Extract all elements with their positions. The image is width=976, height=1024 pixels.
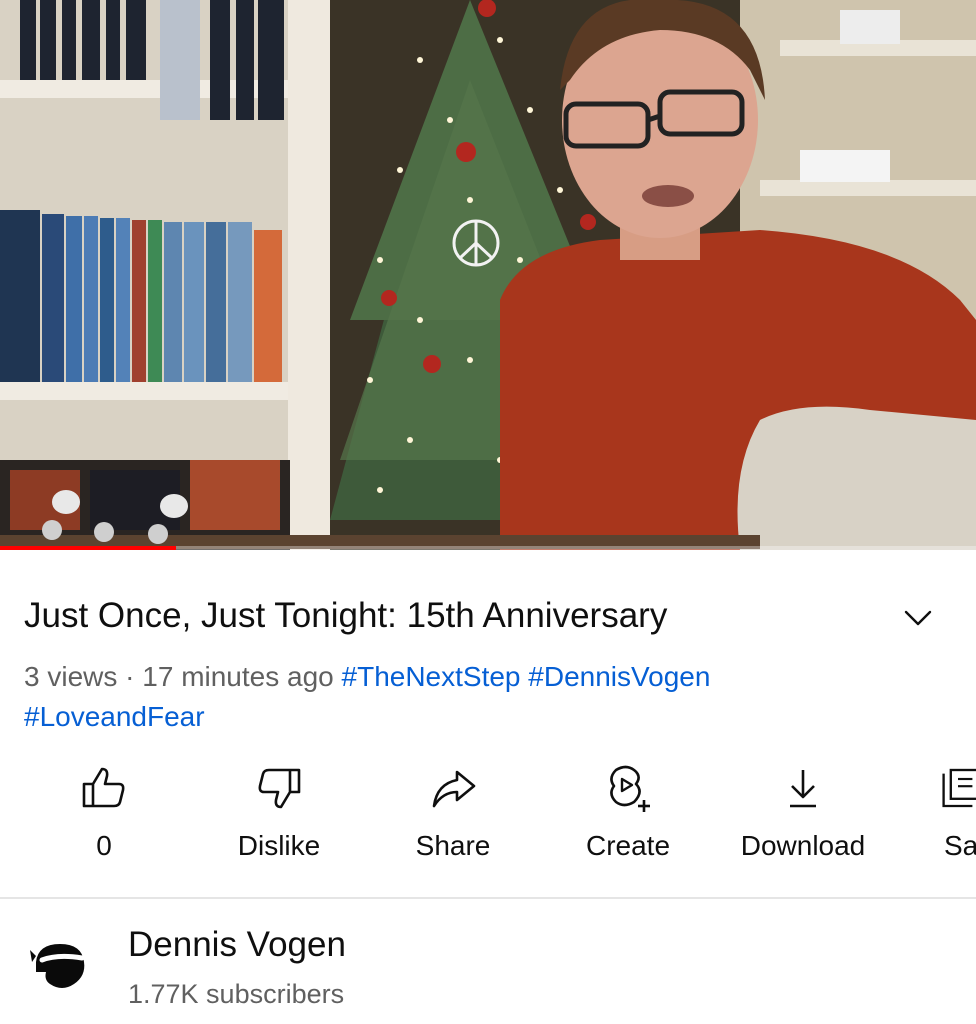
download-label: Download xyxy=(740,830,866,861)
share-arrow-icon xyxy=(432,770,476,808)
create-button[interactable]: Create xyxy=(548,760,708,870)
channel-avatar xyxy=(30,944,85,988)
video-frame xyxy=(0,0,976,550)
like-button[interactable]: 0 xyxy=(24,760,184,870)
upload-age: 17 minutes ago xyxy=(142,661,334,692)
save-label: Sa xyxy=(944,830,976,861)
avatar[interactable] xyxy=(28,932,92,996)
meta-line-2: #LoveandFear xyxy=(24,697,924,737)
download-button[interactable]: Download xyxy=(723,760,883,870)
hashtag-link[interactable]: #DennisVogen xyxy=(528,661,710,692)
video-player[interactable] xyxy=(0,0,976,550)
dislike-button[interactable]: Dislike xyxy=(199,760,359,870)
video-meta[interactable]: 3 views · 17 minutes ago #TheNextStep #D… xyxy=(24,657,924,737)
subscriber-count: 1.77K subscribers xyxy=(128,979,345,1009)
thumbs-up-icon xyxy=(82,767,125,808)
create-plus-icon xyxy=(610,765,650,812)
save-button[interactable]: Sa xyxy=(940,760,976,870)
hashtag-link[interactable]: #TheNextStep xyxy=(342,661,521,692)
hashtag-link[interactable]: #LoveandFear xyxy=(24,701,205,732)
chevron-down-icon xyxy=(904,610,932,626)
channel-name[interactable]: Dennis Vogen xyxy=(128,923,346,967)
expand-description-button[interactable] xyxy=(896,600,940,636)
save-playlist-icon xyxy=(942,768,976,808)
video-progress-track[interactable] xyxy=(0,546,976,550)
share-button[interactable]: Share xyxy=(373,760,533,870)
thumbs-down-icon xyxy=(258,768,301,809)
download-icon xyxy=(790,770,816,808)
meta-separator: · xyxy=(125,661,135,692)
section-divider xyxy=(0,897,976,899)
create-label: Create xyxy=(585,830,671,861)
like-count: 0 xyxy=(96,830,112,861)
meta-line-1: 3 views · 17 minutes ago #TheNextStep #D… xyxy=(24,657,924,697)
video-title[interactable]: Just Once, Just Tonight: 15th Anniversar… xyxy=(24,594,864,638)
view-count: 3 views xyxy=(24,661,118,692)
share-label: Share xyxy=(415,830,491,861)
video-progress-fill xyxy=(0,546,176,550)
action-bar: 0 Dislike Share Create Download Sa xyxy=(0,760,976,870)
dislike-label: Dislike xyxy=(237,830,321,861)
